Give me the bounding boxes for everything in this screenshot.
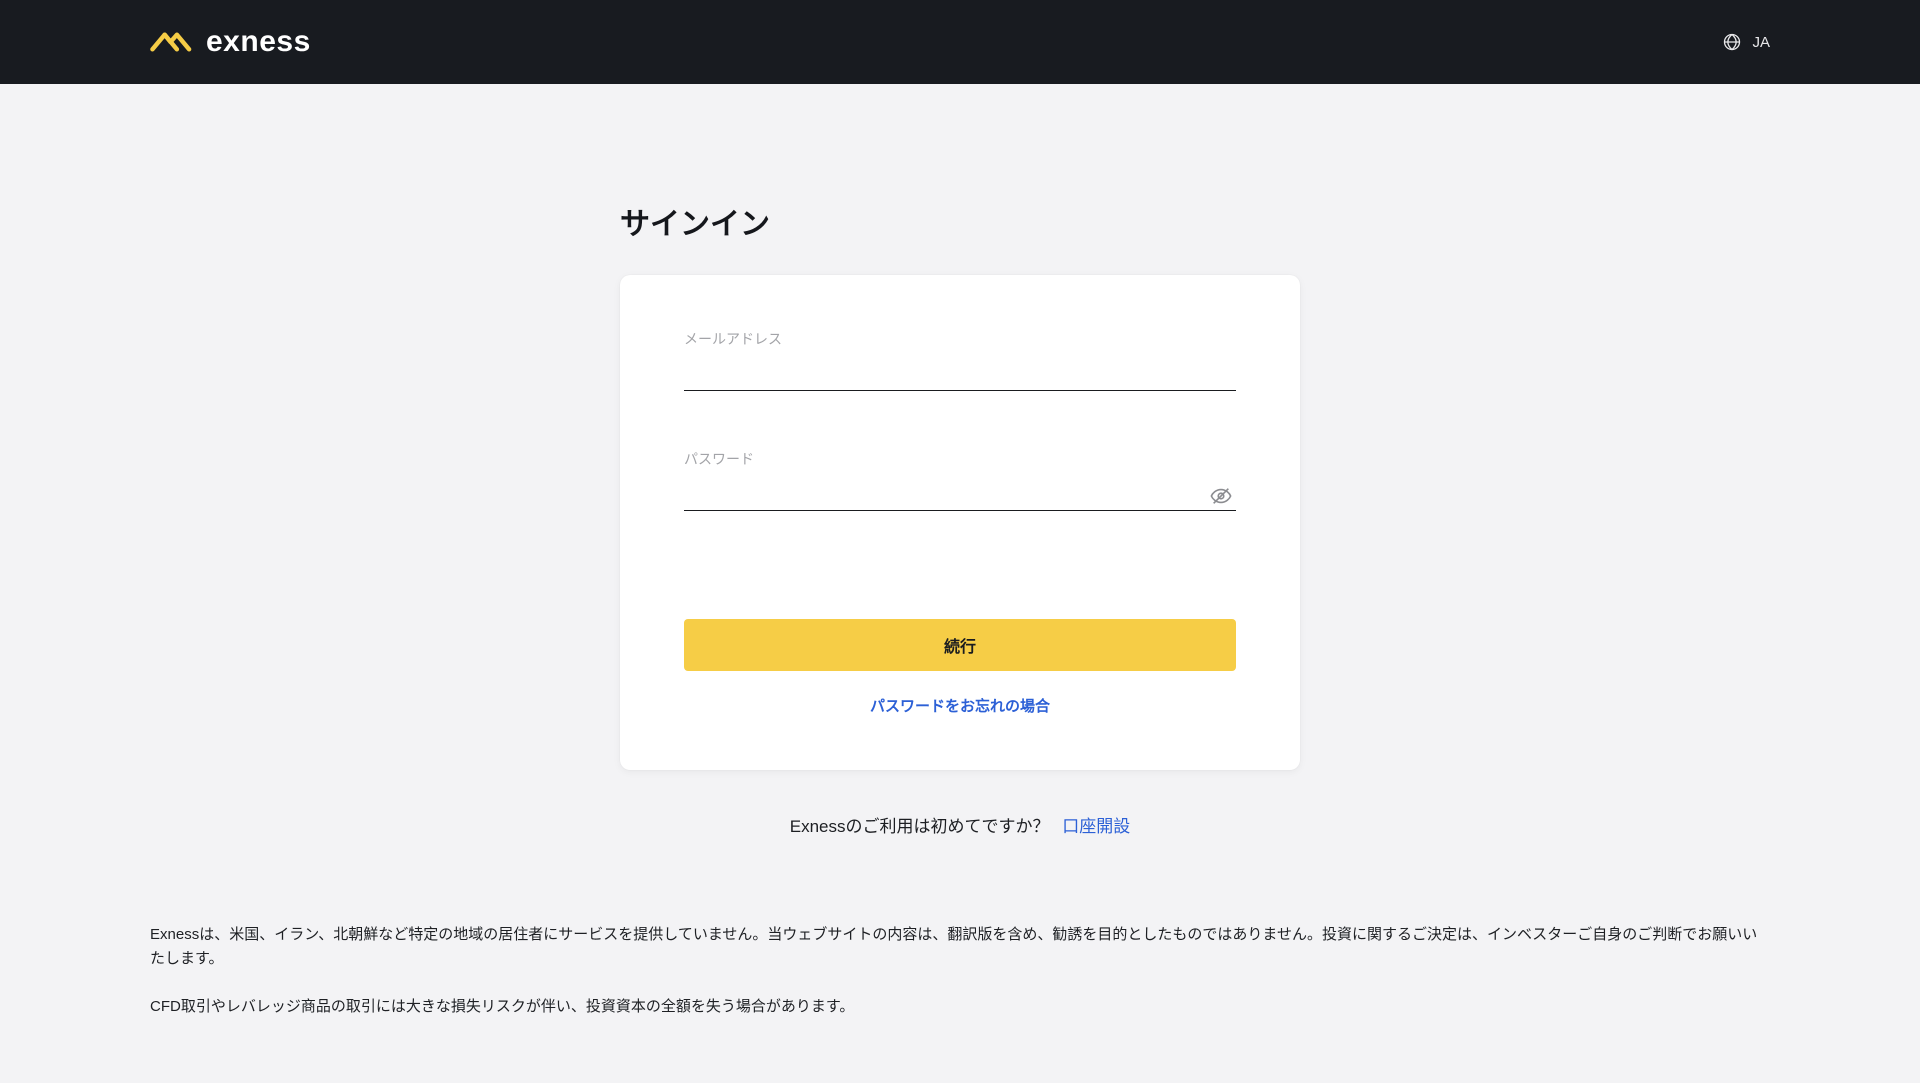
email-field-wrapper: メールアドレス — [684, 329, 1236, 391]
language-selector[interactable]: JA — [1722, 32, 1770, 52]
disclaimer-paragraph-1: Exnessは、米国、イラン、北朝鮮など特定の地域の居住者にサービスを提供してい… — [150, 923, 1770, 971]
globe-icon — [1722, 32, 1742, 52]
password-input[interactable] — [684, 490, 1206, 507]
forgot-password-link[interactable]: パスワードをお忘れの場合 — [870, 698, 1050, 715]
signup-prompt-row: Exnessのご利用は初めてですか？ 口座開設 — [790, 812, 1130, 837]
continue-button[interactable]: 続行 — [684, 619, 1236, 671]
signin-card: メールアドレス パスワード 続行 パスワードをお忘れ — [620, 275, 1300, 770]
main-content: サインイン メールアドレス パスワード 続行 — [0, 84, 1920, 837]
password-field-wrapper: パスワード — [684, 449, 1236, 511]
password-label: パスワード — [684, 449, 1236, 469]
legal-disclaimer: Exnessは、米国、イラン、北朝鮮など特定の地域の居住者にサービスを提供してい… — [0, 837, 1920, 1083]
app-header: exness JA — [0, 0, 1920, 84]
signup-link[interactable]: 口座開設 — [1062, 817, 1130, 836]
email-label: メールアドレス — [684, 329, 1236, 349]
disclaimer-paragraph-2: CFD取引やレバレッジ商品の取引には大きな損失リスクが伴い、投資資本の全額を失う… — [150, 995, 1770, 1019]
brand-name: exness — [206, 25, 311, 59]
signup-prompt-text: Exnessのご利用は初めてですか？ — [790, 817, 1050, 836]
email-underline — [684, 367, 1236, 391]
language-code: JA — [1752, 34, 1770, 51]
email-input[interactable] — [684, 370, 1236, 387]
page-title: サインイン — [620, 199, 1300, 243]
exness-mark-icon — [150, 27, 194, 57]
form-actions: 続行 パスワードをお忘れの場合 — [684, 619, 1236, 716]
toggle-password-visibility-button[interactable] — [1206, 485, 1236, 512]
brand-logo[interactable]: exness — [150, 25, 311, 59]
visibility-off-icon — [1210, 485, 1232, 507]
password-underline — [684, 487, 1236, 511]
